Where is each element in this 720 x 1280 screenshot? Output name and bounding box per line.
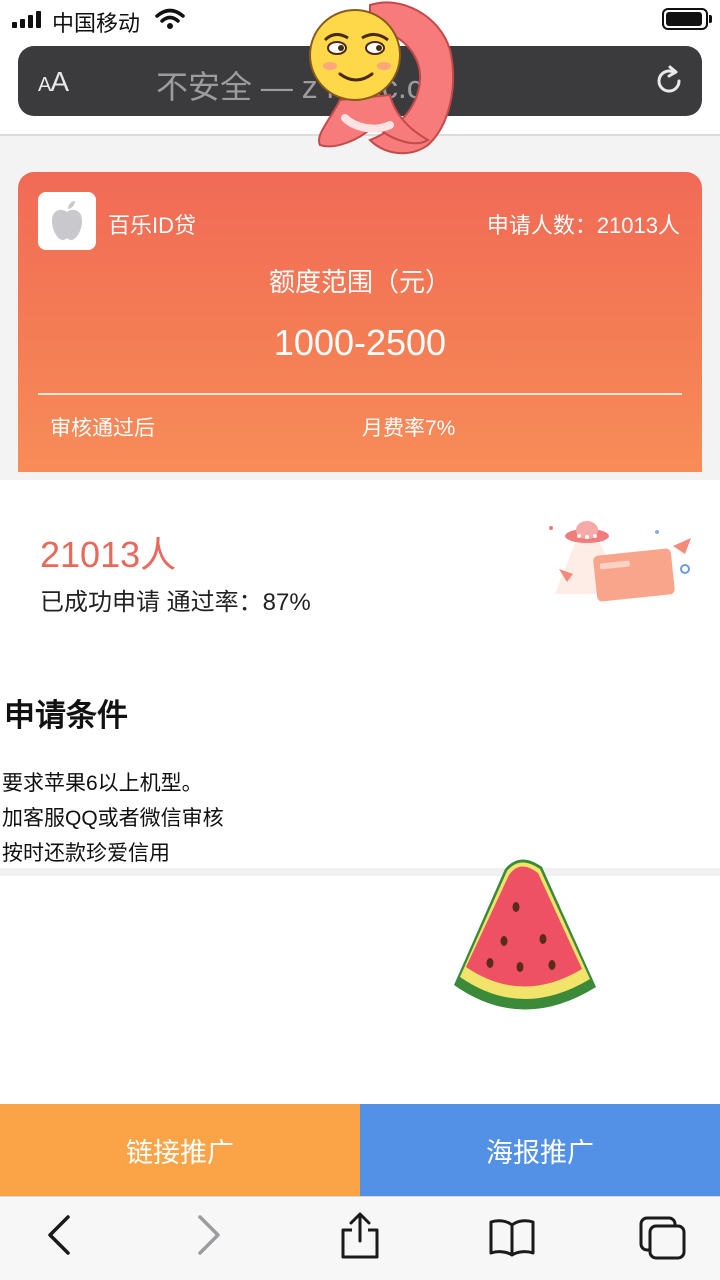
- link-promo-button[interactable]: 链接推广: [0, 1104, 360, 1196]
- poster-promo-button[interactable]: 海报推广: [360, 1104, 720, 1196]
- condition-item: 加客服QQ或者微信审核: [2, 807, 224, 830]
- condition-item: 按时还款珍爱信用: [2, 842, 170, 865]
- text-size-button[interactable]: AA: [38, 66, 69, 98]
- emoji-sticker-icon: [309, 1, 455, 155]
- section-divider: [0, 868, 720, 876]
- bookmarks-icon[interactable]: [488, 1217, 536, 1257]
- tabs-icon[interactable]: [638, 1215, 688, 1261]
- promo-button-bar: 链接推广 海报推广: [0, 1104, 720, 1196]
- apple-icon: [52, 201, 82, 240]
- wifi-icon: [155, 8, 185, 29]
- monthly-rate: 月费率7%: [362, 417, 456, 440]
- amount-range-label: 额度范围（元）: [268, 267, 451, 297]
- approval-rate: 已成功申请 通过率：87%: [40, 589, 311, 616]
- ufo-card-illustration-icon: [549, 521, 691, 602]
- battery-icon: [662, 8, 712, 30]
- watermelon-icon: [454, 859, 596, 1010]
- stats-section: 21013人 已成功申请 通过率：87%: [0, 480, 720, 670]
- amount-range-value: 1000-2500: [273, 322, 447, 363]
- browser-toolbar: [0, 1196, 720, 1280]
- applicant-count: 申请人数：21013人: [486, 213, 680, 238]
- app-logo: [38, 192, 96, 250]
- condition-item: 要求苹果6以上机型。: [2, 772, 203, 795]
- carrier-label: 中国移动: [52, 11, 141, 36]
- app-name: 百乐ID贷: [108, 213, 197, 238]
- conditions-title: 申请条件: [4, 698, 128, 733]
- forward-icon[interactable]: [194, 1213, 224, 1257]
- card-divider: [38, 393, 682, 395]
- signal-icon: [12, 10, 41, 28]
- loan-card[interactable]: 百乐ID贷 申请人数：21013人 额度范围（元） 1000-2500 审核通过…: [18, 172, 702, 472]
- reload-icon[interactable]: [652, 64, 686, 98]
- conditions-list: 要求苹果6以上机型。 加客服QQ或者微信审核 按时还款珍爱信用: [2, 766, 224, 871]
- share-icon[interactable]: [338, 1211, 382, 1261]
- back-icon[interactable]: [44, 1213, 74, 1257]
- approval-note: 审核通过后: [50, 417, 155, 440]
- applicant-total: 21013人: [40, 534, 177, 575]
